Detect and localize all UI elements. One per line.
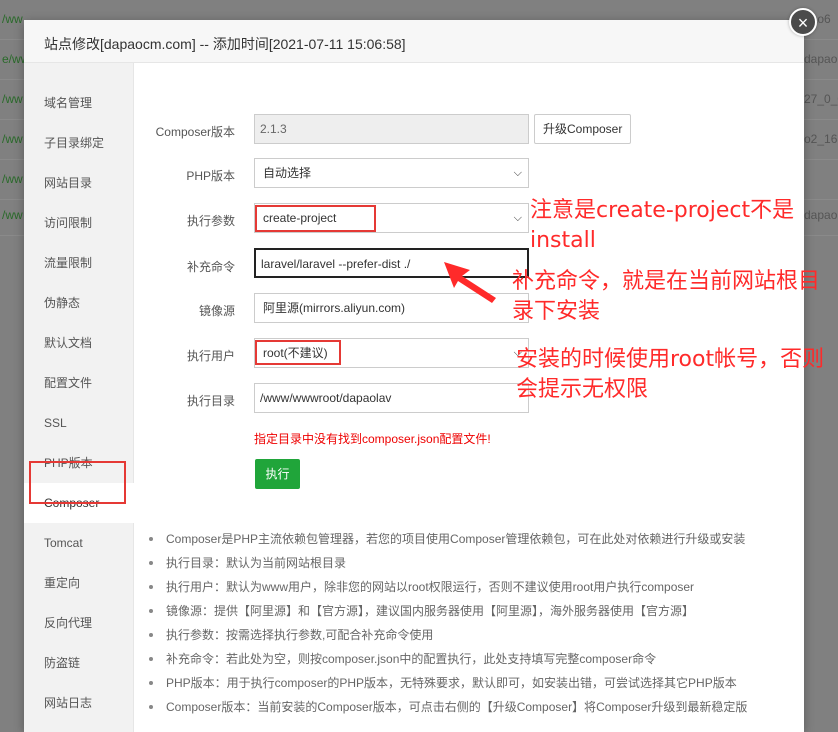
help-item: 补充命令：若此处为空，则按composer.json中的配置执行，此处支持填写完… [144, 647, 794, 671]
upgrade-composer-button[interactable]: 升级Composer [534, 114, 632, 144]
exec-dir-label: 执行目录 [186, 394, 235, 408]
help-item: PHP版本：用于执行composer的PHP版本，无特殊要求，默认即可，如安装出… [144, 671, 794, 695]
help-item: 镜像源：提供【阿里源】和【官方源】，建议国内服务器使用【阿里源】，海外服务器使用… [144, 599, 794, 623]
php-version-label: PHP版本 [186, 169, 235, 183]
composer-highlight-box [29, 461, 126, 504]
sidebar-item-hotlink[interactable]: 防盗链 [24, 643, 134, 683]
mirror-value: 阿里源(mirrors.aliyun.com) [263, 301, 406, 315]
exec-user-highlight-box [255, 340, 341, 365]
sidebar-item-access-limit[interactable]: 访问限制 [24, 203, 134, 243]
sidebar-item-site-log[interactable]: 网站日志 [24, 683, 134, 723]
sidebar-item-default-doc[interactable]: 默认文档 [24, 323, 134, 363]
chevron-down-icon: ⌵ [513, 167, 522, 179]
help-list: Composer是PHP主流依赖包管理器，若您的项目使用Composer管理依赖… [144, 527, 794, 719]
modal-header: 站点修改[dapaocm.com] -- 添加时间[2021-07-11 15:… [24, 20, 804, 63]
bg-row-name: o2_168 [804, 132, 838, 146]
help-item: Composer版本：当前安装的Composer版本，可点击右侧的【升级Comp… [144, 695, 794, 719]
sidebar-item-traffic-limit[interactable]: 流量限制 [24, 243, 134, 283]
bg-row-path: /ww [2, 92, 23, 106]
sidebar-item-tomcat[interactable]: Tomcat [24, 523, 134, 563]
php-version-value: 自动选择 [263, 166, 312, 180]
sidebar-item-subdir[interactable]: 子目录绑定 [24, 123, 134, 163]
exec-dir-input[interactable]: /www/wwwroot/dapaolav [254, 383, 529, 413]
run-button[interactable]: 执行 [255, 459, 300, 489]
sidebar-item-rewrite[interactable]: 伪静态 [24, 283, 134, 323]
composer-json-error: 指定目录中没有找到composer.json配置文件! [254, 432, 491, 446]
sidebar-item-reverse-proxy[interactable]: 反向代理 [24, 603, 134, 643]
bg-row-path: /ww [2, 208, 23, 222]
annotation-exec-user: 安装的时候使用root帐号，否则会提示无权限 [516, 347, 825, 402]
extra-cmd-input[interactable]: laravel/laravel --prefer-dist ./ [254, 248, 529, 278]
sidebar-item-domain[interactable]: 域名管理 [24, 83, 134, 123]
composer-version-label: Composer版本 [155, 125, 235, 139]
close-icon[interactable]: × [789, 8, 817, 36]
mirror-label: 镜像源 [198, 304, 235, 318]
sidebar-item-ssl[interactable]: SSL [24, 403, 134, 443]
bg-row-name: 27_0_0 [804, 92, 838, 106]
sidebar-item-redirect[interactable]: 重定向 [24, 563, 134, 603]
chevron-down-icon: ⌵ [513, 212, 522, 224]
composer-version-field: 2.1.3 [254, 114, 529, 144]
settings-sidebar: 域名管理 子目录绑定 网站目录 访问限制 流量限制 伪静态 默认文档 配置文件 … [24, 63, 134, 732]
annotation-exec-param: 注意是create-project不是install [530, 198, 795, 253]
php-version-select[interactable]: 自动选择 ⌵ [254, 158, 529, 188]
help-item: 执行用户：默认为www用户，除非您的网站以root权限运行，否则不建议使用roo… [144, 575, 794, 599]
help-item: 执行参数：按需选择执行参数,可配合补充命令使用 [144, 623, 794, 647]
bg-row-path: /ww [2, 12, 23, 26]
help-item: Composer是PHP主流依赖包管理器，若您的项目使用Composer管理依赖… [144, 527, 794, 551]
sidebar-item-config-file[interactable]: 配置文件 [24, 363, 134, 403]
exec-user-label: 执行用户 [186, 349, 235, 363]
mirror-select[interactable]: 阿里源(mirrors.aliyun.com) [254, 293, 529, 323]
bg-row-path: /ww [2, 132, 23, 146]
sidebar-item-site-dir[interactable]: 网站目录 [24, 163, 134, 203]
extra-cmd-label: 补充命令 [186, 260, 235, 274]
annotation-extra-cmd: 补充命令，就是在当前网站根目录下安装 [512, 269, 821, 324]
help-item: 执行目录：默认为当前网站根目录 [144, 551, 794, 575]
bg-row-path: /ww [2, 172, 23, 186]
modal-title: 站点修改[dapaocm.com] -- 添加时间[2021-07-11 15:… [44, 36, 406, 52]
exec-param-highlight-box [255, 205, 376, 232]
exec-param-label: 执行参数 [186, 214, 235, 228]
bg-row-name: dapao [804, 52, 838, 66]
